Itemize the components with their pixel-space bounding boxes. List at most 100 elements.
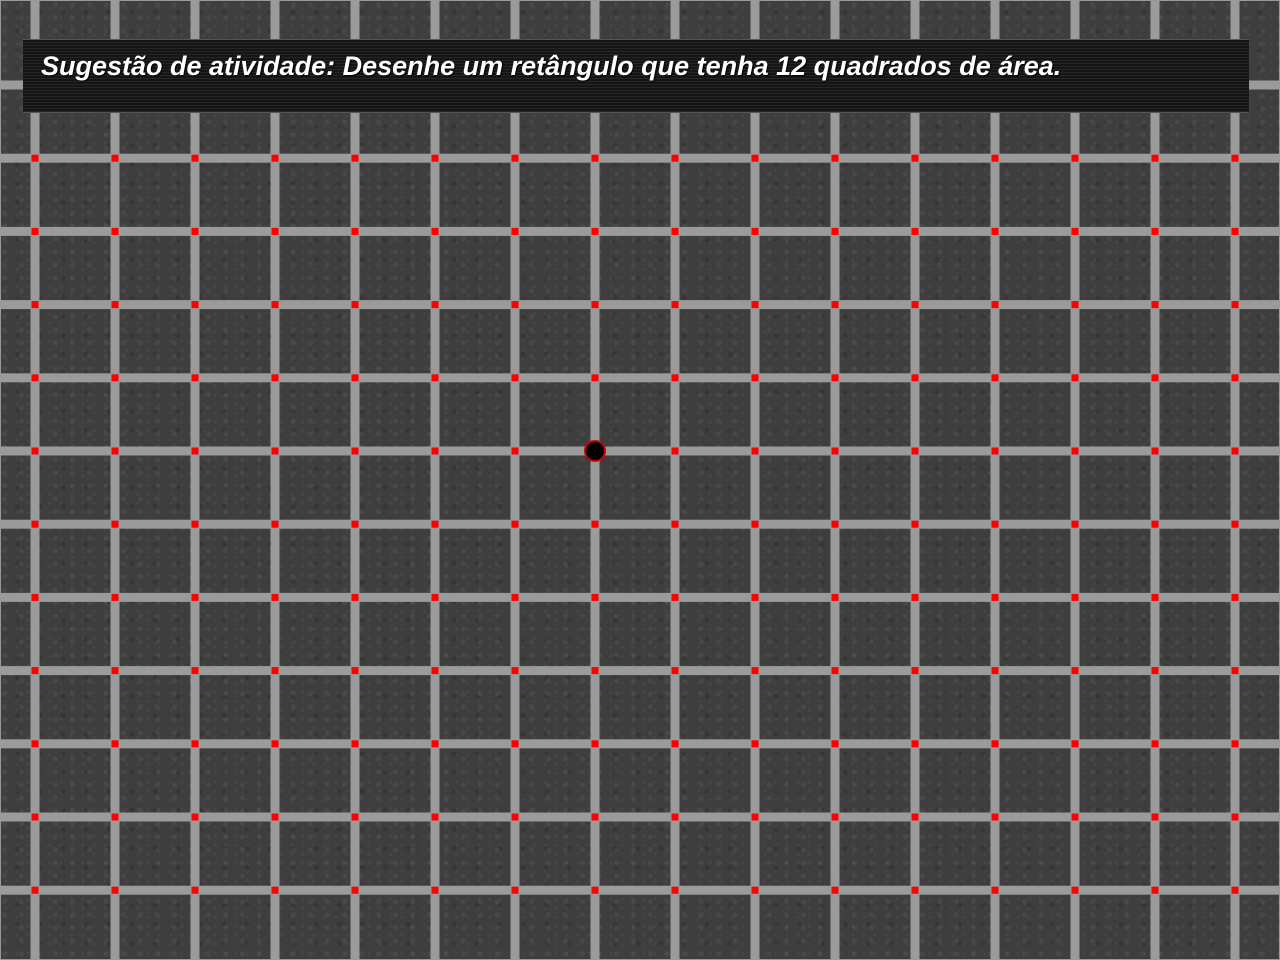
grid-point[interactable] xyxy=(591,813,599,821)
grid-point[interactable] xyxy=(1231,447,1239,455)
grid-point[interactable] xyxy=(1231,740,1239,748)
grid-point[interactable] xyxy=(111,520,119,528)
grid-point[interactable] xyxy=(511,374,519,382)
grid-point[interactable] xyxy=(31,740,39,748)
grid-point[interactable] xyxy=(911,593,919,601)
grid-point[interactable] xyxy=(1071,813,1079,821)
grid-point[interactable] xyxy=(831,520,839,528)
grid-point[interactable] xyxy=(591,886,599,894)
grid-point[interactable] xyxy=(31,374,39,382)
grid-point[interactable] xyxy=(1071,593,1079,601)
grid-point[interactable] xyxy=(31,154,39,162)
grid-point[interactable] xyxy=(351,227,359,235)
grid-point[interactable] xyxy=(351,520,359,528)
grid-point[interactable] xyxy=(191,227,199,235)
grid-point[interactable] xyxy=(1071,227,1079,235)
grid-point[interactable] xyxy=(191,667,199,675)
grid-point[interactable] xyxy=(351,886,359,894)
grid-point[interactable] xyxy=(911,301,919,309)
grid-point[interactable] xyxy=(911,886,919,894)
grid-point[interactable] xyxy=(591,227,599,235)
grid-point[interactable] xyxy=(591,301,599,309)
grid-point[interactable] xyxy=(511,740,519,748)
grid-point[interactable] xyxy=(1151,154,1159,162)
grid-point[interactable] xyxy=(831,813,839,821)
grid-point[interactable] xyxy=(991,227,999,235)
grid-point[interactable] xyxy=(591,593,599,601)
grid-point[interactable] xyxy=(351,813,359,821)
grid-point[interactable] xyxy=(431,740,439,748)
grid-point[interactable] xyxy=(1151,520,1159,528)
grid-point[interactable] xyxy=(351,667,359,675)
grid-point[interactable] xyxy=(1231,593,1239,601)
grid-point[interactable] xyxy=(271,227,279,235)
grid-point[interactable] xyxy=(111,593,119,601)
grid-point[interactable] xyxy=(1231,374,1239,382)
grid-point[interactable] xyxy=(1231,154,1239,162)
grid-point[interactable] xyxy=(1071,886,1079,894)
grid-point[interactable] xyxy=(351,154,359,162)
grid-point[interactable] xyxy=(111,374,119,382)
grid-point[interactable] xyxy=(911,447,919,455)
grid-point[interactable] xyxy=(751,447,759,455)
grid-point[interactable] xyxy=(1151,374,1159,382)
grid-point[interactable] xyxy=(191,301,199,309)
grid-point[interactable] xyxy=(191,447,199,455)
grid-point[interactable] xyxy=(31,520,39,528)
grid-point[interactable] xyxy=(271,520,279,528)
grid-point[interactable] xyxy=(351,301,359,309)
grid-point[interactable] xyxy=(191,886,199,894)
grid-point[interactable] xyxy=(191,813,199,821)
grid-point[interactable] xyxy=(991,886,999,894)
grid-point[interactable] xyxy=(511,447,519,455)
grid-point[interactable] xyxy=(831,154,839,162)
grid-point[interactable] xyxy=(191,520,199,528)
grid-point[interactable] xyxy=(511,813,519,821)
grid-point[interactable] xyxy=(671,886,679,894)
grid-point[interactable] xyxy=(1231,886,1239,894)
grid-point[interactable] xyxy=(191,593,199,601)
grid-point[interactable] xyxy=(751,301,759,309)
grid-point[interactable] xyxy=(1151,667,1159,675)
grid-point[interactable] xyxy=(991,593,999,601)
grid-point[interactable] xyxy=(831,593,839,601)
grid-point[interactable] xyxy=(591,374,599,382)
grid-point[interactable] xyxy=(991,667,999,675)
grid-point[interactable] xyxy=(191,374,199,382)
grid-point[interactable] xyxy=(991,154,999,162)
grid-point[interactable] xyxy=(1151,740,1159,748)
grid-point[interactable] xyxy=(111,813,119,821)
grid-point[interactable] xyxy=(1071,301,1079,309)
grid-point[interactable] xyxy=(991,813,999,821)
grid-point[interactable] xyxy=(831,740,839,748)
grid-point[interactable] xyxy=(111,227,119,235)
grid-point[interactable] xyxy=(671,154,679,162)
grid-point[interactable] xyxy=(111,154,119,162)
grid-point[interactable] xyxy=(751,886,759,894)
grid-point[interactable] xyxy=(271,301,279,309)
grid-point[interactable] xyxy=(31,667,39,675)
grid-point[interactable] xyxy=(511,227,519,235)
grid-point[interactable] xyxy=(31,301,39,309)
grid-point[interactable] xyxy=(351,374,359,382)
grid-point[interactable] xyxy=(911,667,919,675)
grid-point[interactable] xyxy=(1151,886,1159,894)
grid-point[interactable] xyxy=(431,593,439,601)
grid-point[interactable] xyxy=(751,520,759,528)
grid-point[interactable] xyxy=(991,301,999,309)
grid-point[interactable] xyxy=(751,374,759,382)
grid-point[interactable] xyxy=(591,667,599,675)
grid-point[interactable] xyxy=(31,813,39,821)
grid-point[interactable] xyxy=(511,520,519,528)
grid-point[interactable] xyxy=(271,374,279,382)
grid-point[interactable] xyxy=(271,667,279,675)
grid-point[interactable] xyxy=(271,154,279,162)
grid-point[interactable] xyxy=(671,740,679,748)
grid-point[interactable] xyxy=(111,886,119,894)
grid-point[interactable] xyxy=(431,447,439,455)
grid-point[interactable] xyxy=(191,154,199,162)
grid-point[interactable] xyxy=(1231,813,1239,821)
grid-point[interactable] xyxy=(671,301,679,309)
grid-point[interactable] xyxy=(511,154,519,162)
grid-point[interactable] xyxy=(671,447,679,455)
